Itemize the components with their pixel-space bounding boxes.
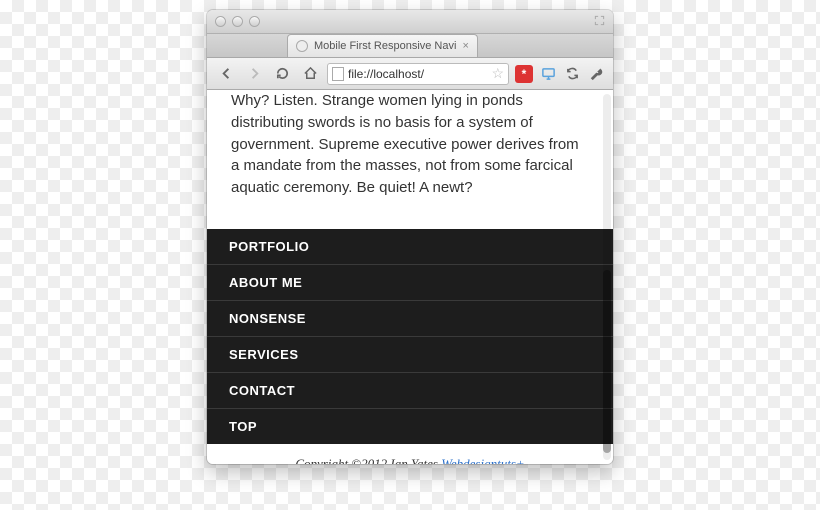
browser-window: Mobile First Responsive Navi × file://lo… (207, 10, 613, 464)
close-window-button[interactable] (215, 16, 226, 27)
nav-item-nonsense[interactable]: NONSENSE (207, 301, 613, 337)
minimize-window-button[interactable] (232, 16, 243, 27)
vertical-scrollbar[interactable] (603, 94, 611, 460)
page-viewport: Why? Listen. Strange women lying in pond… (207, 90, 613, 464)
browser-tab[interactable]: Mobile First Responsive Navi × (287, 34, 478, 57)
extension-icon-red[interactable]: * (515, 65, 533, 83)
close-tab-icon[interactable]: × (462, 40, 468, 52)
tab-title: Mobile First Responsive Navi (314, 40, 456, 52)
article-paragraph: Why? Listen. Strange women lying in pond… (207, 90, 613, 219)
reload-button[interactable] (271, 63, 293, 85)
window-titlebar[interactable] (207, 10, 613, 34)
scroll-thumb[interactable] (603, 270, 611, 453)
forward-button[interactable] (243, 63, 265, 85)
nav-item-services[interactable]: SERVICES (207, 337, 613, 373)
url-text: file://localhost/ (348, 67, 487, 81)
page-footer: Copyright ©2012 Ian Yates Webdesigntuts+ (207, 444, 613, 464)
traffic-lights (215, 16, 260, 27)
fullscreen-icon[interactable] (594, 15, 605, 29)
footer-nav: PORTFOLIO ABOUT ME NONSENSE SERVICES CON… (207, 229, 613, 444)
nav-item-top[interactable]: TOP (207, 409, 613, 444)
nav-item-about-me[interactable]: ABOUT ME (207, 265, 613, 301)
zoom-window-button[interactable] (249, 16, 260, 27)
extension-icon-monitor[interactable] (539, 65, 557, 83)
url-bar[interactable]: file://localhost/ ☆ (327, 63, 509, 85)
tab-strip: Mobile First Responsive Navi × (207, 34, 613, 58)
globe-icon (296, 40, 308, 52)
wrench-menu-icon[interactable] (587, 65, 605, 83)
page-icon (332, 67, 344, 81)
nav-item-contact[interactable]: CONTACT (207, 373, 613, 409)
footer-link[interactable]: Webdesigntuts+ (441, 456, 524, 464)
bookmark-star-icon[interactable]: ☆ (491, 65, 504, 82)
browser-toolbar: file://localhost/ ☆ * (207, 58, 613, 90)
home-button[interactable] (299, 63, 321, 85)
copyright-text: Copyright ©2012 Ian Yates (295, 456, 441, 464)
back-button[interactable] (215, 63, 237, 85)
nav-item-portfolio[interactable]: PORTFOLIO (207, 229, 613, 265)
extension-icon-sync[interactable] (563, 65, 581, 83)
